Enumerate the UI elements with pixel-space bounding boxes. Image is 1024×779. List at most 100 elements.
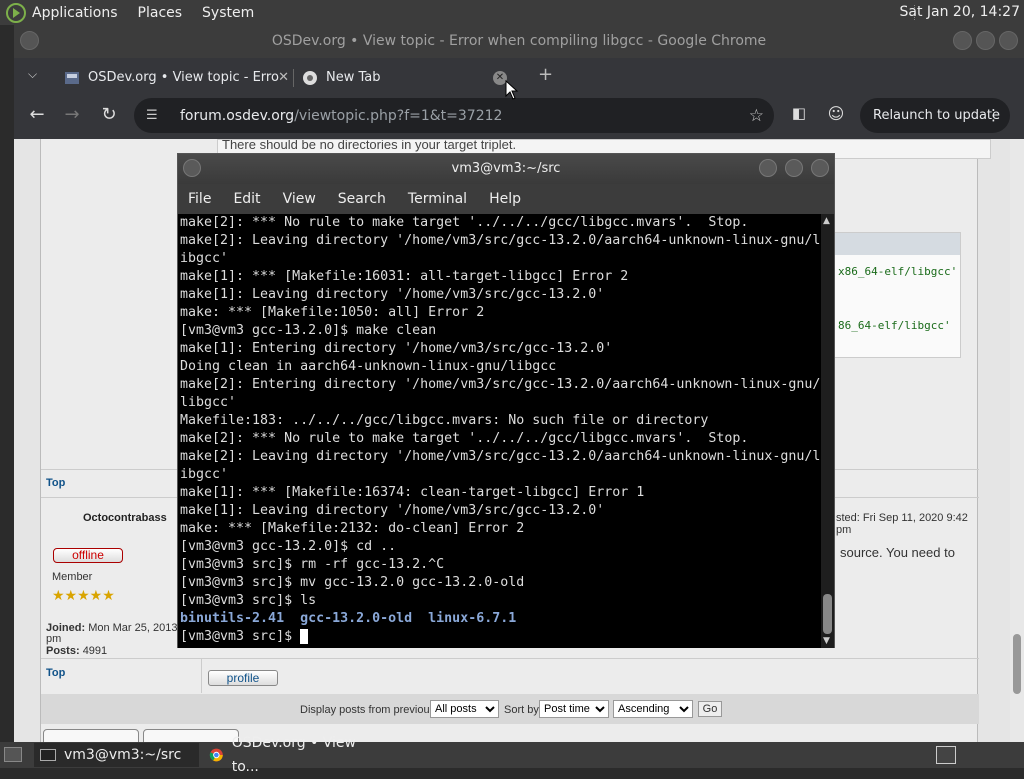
maximize-button[interactable] (976, 31, 995, 50)
tab-label: New Tab (326, 70, 381, 85)
terminal-line: make[1]: *** [Makefile:16031: all-target… (180, 269, 629, 284)
sort-by-select[interactable]: Post time (539, 700, 609, 718)
new-tab-button[interactable]: + (538, 64, 553, 85)
clock[interactable]: Sat Jan 20, 14:27 (900, 4, 1021, 20)
terminal-menu-edit[interactable]: Edit (233, 191, 260, 207)
top-link[interactable]: Top (46, 477, 65, 489)
joined-info: Joined: Mon Mar 25, 2013 7:0 pm (46, 623, 196, 645)
window-menu-button[interactable] (20, 31, 39, 50)
terminal-line: make[1]: Entering directory '/home/vm3/s… (180, 341, 613, 356)
terminal-line: make[1]: Leaving directory '/home/vm3/sr… (180, 503, 605, 518)
terminal-minimize-button[interactable] (759, 159, 777, 177)
code-line: x86_64-elf/libgcc' (838, 265, 958, 278)
bookmark-star-icon[interactable]: ☆ (749, 106, 764, 126)
menu-places[interactable]: Places (138, 5, 183, 21)
terminal-menu-file[interactable]: File (188, 191, 211, 207)
scroll-up-icon[interactable]: ▲ (823, 216, 830, 226)
terminal-menu-button[interactable] (183, 159, 201, 177)
bottom-panel: vm3@vm3:~/src OSDev.org • View to... (0, 735, 1024, 775)
ls-output: binutils-2.41 gcc-13.2.0-old linux-6.7.1 (180, 611, 517, 626)
scrollbar-thumb[interactable] (1013, 634, 1021, 694)
menu-dots-icon[interactable]: ⋮ (986, 98, 1001, 133)
workspace-switcher[interactable] (936, 746, 956, 764)
display-posts-label: Display posts from previous: (300, 704, 439, 716)
scroll-down-icon[interactable]: ▼ (823, 636, 830, 646)
sort-by-label: Sort by (504, 704, 539, 716)
profile-button[interactable]: profile (208, 670, 278, 686)
post-author[interactable]: Octocontrabass (83, 512, 167, 524)
offline-badge: offline (53, 548, 123, 563)
terminal-line: Doing clean in aarch64-unknown-linux-gnu… (180, 359, 557, 374)
profile-icon[interactable]: ☺ (824, 104, 848, 123)
go-button[interactable]: Go (698, 701, 722, 717)
tab-strip: ⌵ OSDev.org • View topic - Erro ✕ New Ta… (14, 58, 1024, 94)
show-desktop-icon[interactable] (4, 747, 22, 762)
code-line: 86_64-elf/libgcc' (838, 319, 951, 332)
terminal-close-button[interactable] (811, 159, 829, 177)
taskbar-chrome[interactable]: OSDev.org • View to... (205, 735, 375, 775)
post-reply-buttons (43, 729, 243, 742)
posts-label: Posts: (46, 645, 80, 657)
terminal-scrollbar[interactable]: ▲ ▼ (821, 214, 834, 648)
terminal-line: ibgcc' (180, 251, 229, 266)
taskbar-terminal[interactable]: vm3@vm3:~/src (34, 743, 199, 767)
post-reply-button[interactable] (43, 729, 139, 742)
page-scrollbar[interactable] (1010, 139, 1024, 742)
terminal-maximize-button[interactable] (785, 159, 803, 177)
new-topic-button[interactable] (143, 729, 239, 742)
tab-osdev[interactable]: OSDev.org • View topic - Erro ✕ (54, 61, 299, 94)
chrome-favicon-icon (303, 70, 317, 85)
window-title: OSDev.org • View topic - Error when comp… (271, 33, 767, 49)
reload-icon[interactable]: ↻ (97, 104, 121, 125)
menu-applications[interactable]: Applications (32, 5, 118, 21)
terminal-window: vm3@vm3:~/src File Edit View Search Term… (177, 153, 835, 648)
display-posts-select[interactable]: All posts (430, 700, 499, 718)
posts-value: 4991 (82, 645, 108, 657)
text-cursor (300, 628, 309, 644)
column-divider (201, 659, 202, 693)
terminal-line: make[1]: *** [Makefile:16374: clean-targ… (180, 485, 645, 500)
taskbar-label: vm3@vm3:~/src (64, 747, 182, 763)
terminal-line: make: *** [Makefile:2132: do-clean] Erro… (180, 521, 525, 536)
menu-system[interactable]: System (202, 5, 254, 21)
browser-toolbar: ← → ↻ ☰ forum.osdev.org/viewtopic.php?f=… (14, 94, 1024, 139)
terminal-line: make[2]: *** No rule to make target '../… (180, 215, 749, 230)
distro-logo-icon[interactable] (6, 2, 26, 23)
top-link[interactable]: Top (46, 667, 65, 679)
terminal-scroll-thumb[interactable] (823, 594, 832, 634)
terminal-menu-terminal[interactable]: Terminal (408, 191, 467, 207)
back-arrow-icon[interactable]: ← (25, 104, 49, 125)
terminal-line: make[1]: Leaving directory '/home/vm3/sr… (180, 287, 605, 302)
terminal-line: make[2]: *** No rule to make target '../… (180, 431, 749, 446)
rank-stars-icon: ★★★★★ (52, 587, 115, 603)
display-options-bar: Display posts from previous: All posts S… (41, 694, 979, 724)
relaunch-button[interactable]: Relaunch to update ⋮ (860, 98, 1010, 133)
terminal-line: make[2]: Leaving directory '/home/vm3/sr… (180, 233, 821, 248)
taskbar-label: OSDev.org • View to... (231, 735, 356, 775)
terminal-line: Makefile:183: ../../../gcc/libgcc.mvars:… (180, 413, 709, 428)
terminal-icon (40, 749, 56, 761)
side-panel-icon[interactable]: ◧ (787, 104, 811, 122)
chrome-icon (209, 748, 223, 762)
tab-new-tab[interactable]: New Tab ✕ (294, 61, 519, 94)
address-bar[interactable]: ☰ forum.osdev.org/viewtopic.php?f=1&t=37… (134, 98, 774, 133)
close-window-button[interactable] (999, 31, 1018, 50)
terminal-menu-view[interactable]: View (283, 191, 316, 207)
site-info-icon[interactable]: ☰ (146, 108, 170, 123)
forward-arrow-icon[interactable]: → (60, 104, 84, 125)
terminal-line: make[2]: Entering directory '/home/vm3/s… (180, 377, 821, 392)
terminal-titlebar[interactable]: vm3@vm3:~/src (178, 154, 834, 184)
minimize-button[interactable] (953, 31, 972, 50)
terminal-menu-help[interactable]: Help (489, 191, 521, 207)
tab-search-chevron-icon[interactable]: ⌵ (28, 67, 37, 82)
posts-info: Posts: 4991 (46, 645, 107, 657)
terminal-menu-search[interactable]: Search (338, 191, 386, 207)
post-body: source. You need to (840, 545, 955, 560)
top-panel: Applications Places System Sat Jan 20, 1… (0, 0, 1024, 25)
sort-order-select[interactable]: Ascending (613, 700, 693, 718)
terminal-line: ibgcc' (180, 467, 229, 482)
tab-close-icon[interactable]: ✕ (278, 70, 289, 85)
window-titlebar[interactable]: OSDev.org • View topic - Error when comp… (14, 25, 1024, 58)
terminal-screen[interactable]: make[2]: *** No rule to make target '../… (178, 214, 822, 648)
user-rank: Member (52, 571, 93, 583)
